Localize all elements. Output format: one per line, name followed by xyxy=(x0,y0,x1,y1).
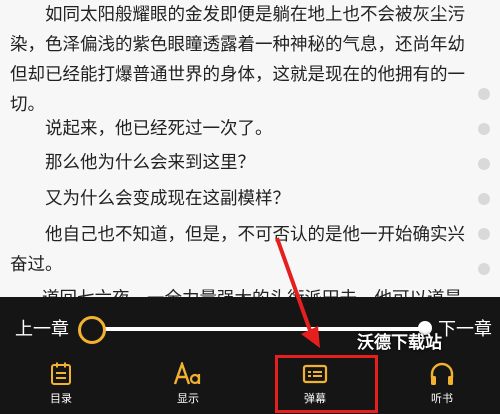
watermark-text: 沃德下载站 xyxy=(357,333,442,353)
